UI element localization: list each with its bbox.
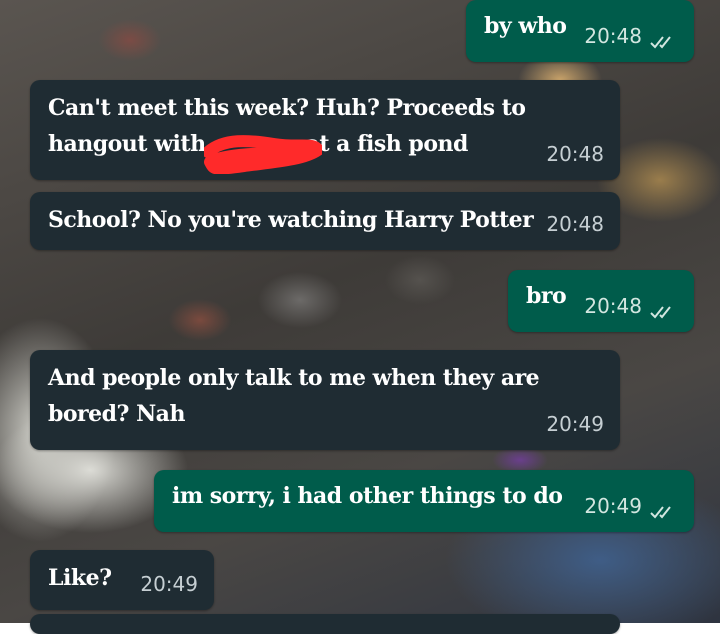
message-text-line: hangout with at a fish pond <box>48 126 606 162</box>
read-receipt-icon <box>650 506 671 519</box>
message-text-line: And people only talk to me when they are <box>48 365 540 391</box>
message-incoming[interactable]: Can't meet this week? Huh? Proceeds to h… <box>30 80 620 180</box>
message-time: 20:48 <box>546 142 604 166</box>
read-receipt-icon <box>650 306 671 319</box>
message-text: bro <box>526 283 567 309</box>
message-incoming[interactable]: And people only talk to me when they are… <box>30 350 620 450</box>
message-incoming[interactable]: School? No you're watching Harry Potter … <box>30 192 620 250</box>
message-time: 20:49 <box>584 494 642 518</box>
message-text-segment: hangout with <box>48 131 206 157</box>
message-text-line: bored? Nah <box>48 401 185 427</box>
message-incoming[interactable]: Like? 20:49 <box>30 550 214 610</box>
message-text: im sorry, i had other things to do <box>172 483 563 509</box>
message-text: School? No you're watching Harry Potter <box>48 207 534 233</box>
redaction-scribble <box>204 135 322 174</box>
message-time: 20:48 <box>584 24 642 48</box>
message-text-line: Can't meet this week? Huh? Proceeds to <box>48 95 526 121</box>
message-text: Like? <box>48 565 112 591</box>
message-time: 20:48 <box>584 294 642 318</box>
read-receipt-icon <box>650 36 671 49</box>
message-outgoing[interactable]: by who 20:48 <box>466 0 694 62</box>
message-text: by who <box>484 13 567 39</box>
message-outgoing[interactable]: bro 20:48 <box>508 270 694 332</box>
message-time: 20:49 <box>140 572 198 596</box>
message-time: 20:48 <box>546 212 604 236</box>
message-text-segment: at a fish pond <box>305 131 469 157</box>
message-time: 20:49 <box>546 412 604 436</box>
message-incoming-partial[interactable] <box>30 614 620 634</box>
message-outgoing[interactable]: im sorry, i had other things to do 20:49 <box>154 470 694 532</box>
